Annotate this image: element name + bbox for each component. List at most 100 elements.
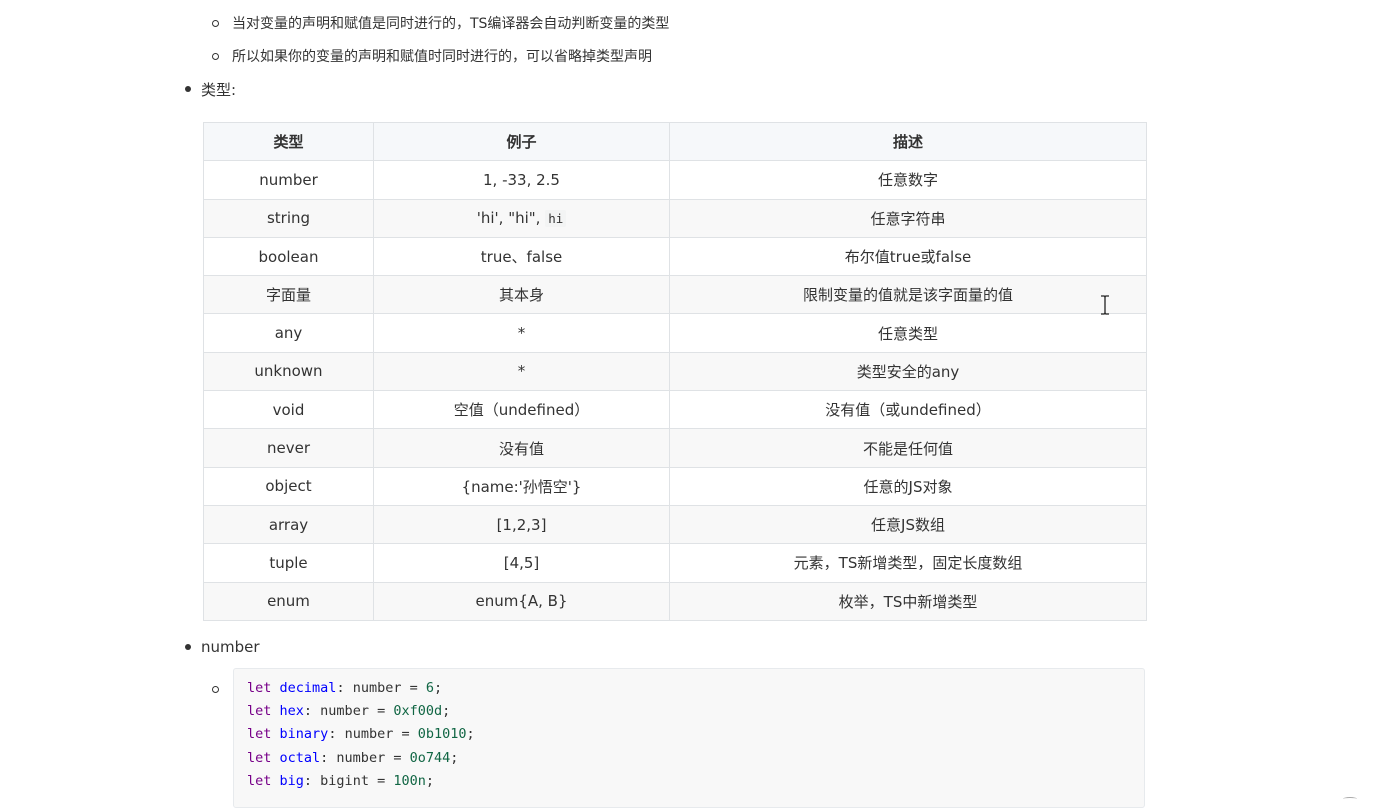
corner-mark — [1343, 797, 1357, 801]
description-cell: 不能是任何值 — [669, 428, 1147, 468]
code-semicolon: ; — [450, 749, 459, 766]
code-block[interactable]: let decimal: number = 6; let hex: number… — [233, 668, 1145, 808]
table-header-cell: 描述 — [669, 121, 1147, 162]
table-row: object {name:'孙悟空'} 任意的JS对象 — [203, 466, 1147, 506]
code-number: 6 — [425, 680, 434, 696]
hollow-bullet-icon — [212, 19, 219, 27]
code-type: : number = — [328, 726, 418, 743]
code-keyword: let — [247, 749, 272, 766]
hollow-bullet-icon — [212, 52, 219, 60]
example-cell: 'hi', "hi", hi — [373, 198, 670, 238]
type-cell: unknown — [203, 351, 374, 392]
example-cell: 空值（undefined） — [373, 390, 670, 430]
example-cell: 没有值 — [373, 428, 670, 468]
description-cell: 任意的JS对象 — [669, 466, 1147, 506]
example-cell: * — [373, 313, 670, 353]
code-line: let hex: number = 0xf00d; — [247, 700, 1144, 723]
code-type: : number = — [303, 703, 394, 720]
code-keyword: let — [247, 772, 272, 789]
code-line: let binary: number = 0b1010; — [247, 723, 1144, 746]
description-cell: 限制变量的值就是该字面量的值 — [669, 275, 1147, 315]
bullet-text: number — [201, 638, 260, 656]
type-cell: any — [203, 313, 374, 353]
code-number: 0o744 — [409, 749, 451, 766]
bullet-text: 类型: — [201, 80, 237, 99]
example-cell: [1,2,3] — [373, 504, 670, 545]
example-cell: 1, -33, 2.5 — [373, 160, 670, 200]
type-cell: boolean — [203, 236, 374, 277]
type-cell: array — [203, 504, 374, 545]
code-keyword: let — [247, 726, 272, 743]
code-variable: big — [279, 772, 304, 789]
bullet-dot-icon — [185, 644, 191, 650]
code-type: : number = — [336, 680, 426, 696]
text-ibeam-cursor-icon — [1101, 295, 1109, 315]
sub-bullet-item: 当对变量的声明和赋值是同时进行的，TS编译器会自动判断变量的类型 — [212, 11, 669, 35]
code-variable: hex — [279, 703, 304, 720]
sub-bullet-item: 所以如果你的变量的声明和赋值时同时进行的，可以省略掉类型声明 — [212, 44, 652, 68]
table-row: array [1,2,3] 任意JS数组 — [203, 504, 1147, 545]
example-text: 'hi', "hi", — [476, 209, 546, 228]
table-header-cell: 类型 — [203, 121, 374, 162]
inline-code: hi — [545, 210, 567, 228]
code-line: let decimal: number = 6; — [247, 677, 1144, 700]
example-cell: 其本身 — [373, 275, 670, 315]
description-cell: 元素，TS新增类型，固定长度数组 — [669, 543, 1147, 583]
types-table: 类型 例子 描述 number 1, -33, 2.5 任意数字 string … — [203, 121, 1147, 621]
hollow-bullet-icon — [212, 686, 219, 693]
document-page: 当对变量的声明和赋值是同时进行的，TS编译器会自动判断变量的类型 所以如果你的变… — [0, 0, 1380, 808]
table-row: enum enum{A, B} 枚举，TS中新增类型 — [203, 581, 1147, 621]
code-variable: decimal — [279, 680, 337, 696]
code-number: 0b1010 — [417, 726, 467, 743]
sub-bullet-text: 当对变量的声明和赋值是同时进行的，TS编译器会自动判断变量的类型 — [232, 16, 670, 32]
table-row: boolean true、false 布尔值true或false — [203, 236, 1147, 277]
type-cell: object — [203, 466, 374, 506]
bullet-dot-icon — [185, 86, 191, 92]
code-number: 0xf00d — [393, 703, 443, 720]
example-cell: [4,5] — [373, 543, 670, 583]
bullet-item-types: 类型: — [185, 77, 236, 101]
bullet-item-number: number — [185, 635, 260, 659]
code-line: let big: bigint = 100n; — [247, 770, 1144, 793]
table-row: string 'hi', "hi", hi 任意字符串 — [203, 198, 1147, 238]
code-semicolon: ; — [425, 772, 434, 789]
sub-bullet-text: 所以如果你的变量的声明和赋值时同时进行的，可以省略掉类型声明 — [232, 49, 652, 65]
description-cell: 任意数字 — [669, 160, 1147, 200]
table-row: number 1, -33, 2.5 任意数字 — [203, 160, 1147, 200]
table-row: any * 任意类型 — [203, 313, 1147, 353]
code-keyword: let — [247, 703, 272, 720]
type-cell: number — [203, 160, 374, 200]
code-type: : number = — [320, 749, 410, 766]
code-type: : bigint = — [303, 772, 394, 789]
code-keyword: let — [247, 680, 272, 696]
table-row: void 空值（undefined） 没有值（或undefined） — [203, 390, 1147, 430]
description-cell: 布尔值true或false — [669, 236, 1147, 277]
description-cell: 任意字符串 — [669, 198, 1147, 238]
type-cell: never — [203, 428, 374, 468]
code-variable: octal — [279, 749, 321, 766]
table-row: unknown * 类型安全的any — [203, 351, 1147, 392]
table-row: 字面量 其本身 限制变量的值就是该字面量的值 — [203, 275, 1147, 315]
example-cell: true、false — [373, 236, 670, 277]
example-cell: {name:'孙悟空'} — [373, 466, 670, 506]
code-variable: binary — [279, 726, 329, 743]
description-cell: 没有值（或undefined） — [669, 390, 1147, 430]
table-header-cell: 例子 — [373, 121, 670, 162]
code-semicolon: ; — [466, 726, 475, 743]
example-cell: enum{A, B} — [373, 581, 670, 621]
code-line: let octal: number = 0o744; — [247, 747, 1144, 770]
code-semicolon: ; — [433, 680, 443, 696]
type-cell: 字面量 — [203, 275, 374, 315]
description-cell: 枚举，TS中新增类型 — [669, 581, 1147, 621]
code-number: 100n — [393, 772, 426, 789]
table-row: never 没有值 不能是任何值 — [203, 428, 1147, 468]
type-cell: string — [203, 198, 374, 238]
table-row: tuple [4,5] 元素，TS新增类型，固定长度数组 — [203, 543, 1147, 583]
type-cell: void — [203, 390, 374, 430]
table-header-row: 类型 例子 描述 — [203, 121, 1147, 162]
description-cell: 类型安全的any — [669, 351, 1147, 392]
code-semicolon: ; — [442, 703, 451, 720]
example-cell: * — [373, 351, 670, 392]
description-cell: 任意JS数组 — [669, 504, 1147, 545]
type-cell: tuple — [203, 543, 374, 583]
